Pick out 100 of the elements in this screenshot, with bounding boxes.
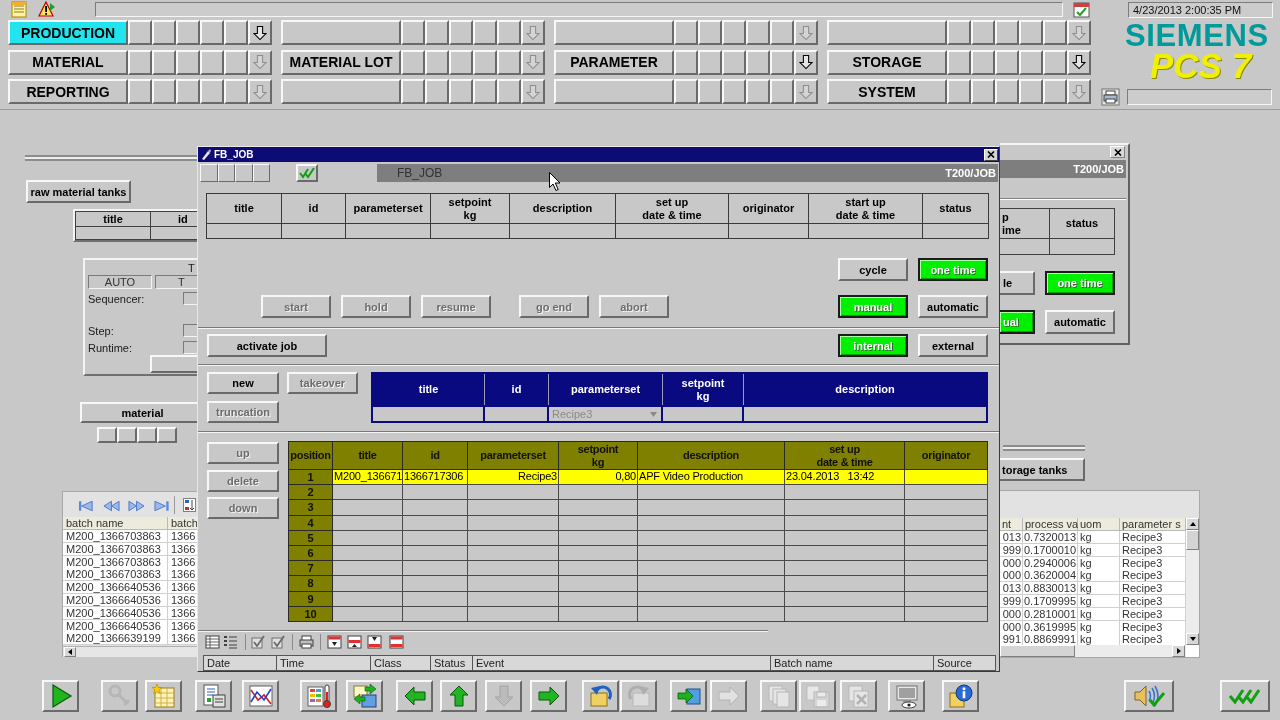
sub-area-button[interactable]	[449, 49, 473, 75]
sub-area-button[interactable]	[746, 20, 770, 45]
toolbar-button[interactable]	[42, 680, 79, 712]
toolbar-button[interactable]	[582, 680, 619, 712]
first-page-icon[interactable]	[78, 500, 95, 512]
area-button[interactable]	[827, 20, 947, 45]
printer-icon[interactable]	[1101, 88, 1120, 106]
toolbar-button[interactable]	[440, 680, 477, 712]
toolbar-button[interactable]	[888, 680, 925, 712]
mode-button[interactable]: cycle	[838, 258, 908, 281]
sub-area-button[interactable]	[401, 20, 425, 45]
sub-area-button[interactable]	[449, 20, 473, 45]
toolbar-button[interactable]	[396, 680, 433, 712]
sub-area-button[interactable]	[698, 20, 722, 45]
input-field[interactable]	[663, 405, 744, 421]
printer-icon[interactable]	[299, 635, 314, 649]
checkmark-icon[interactable]	[251, 635, 266, 649]
sub-area-button[interactable]	[971, 79, 995, 104]
sub-area-button[interactable]	[1043, 20, 1067, 45]
toolbar-button[interactable]	[670, 680, 707, 712]
sub-area-button[interactable]	[176, 79, 200, 104]
area-button[interactable]: SYSTEM	[827, 79, 947, 104]
sub-area-button[interactable]	[425, 79, 449, 104]
tool-button[interactable]	[235, 164, 253, 182]
scroll-thumb[interactable]	[1000, 645, 1075, 657]
scroll-down-button[interactable]	[1186, 633, 1199, 645]
sub-area-button[interactable]	[1019, 49, 1043, 75]
area-button[interactable]	[281, 79, 401, 104]
section-button[interactable]: raw material tanks	[26, 180, 131, 203]
check-button[interactable]	[296, 164, 318, 182]
sub-area-button[interactable]	[770, 20, 794, 45]
sub-area-button[interactable]	[128, 20, 152, 45]
horizontal-scrollbar[interactable]	[63, 646, 197, 657]
sub-area-button[interactable]	[947, 49, 971, 75]
sub-area-button[interactable]	[746, 49, 770, 75]
area-button[interactable]: STORAGE	[827, 49, 947, 75]
mode-button[interactable]: le	[1000, 271, 1035, 295]
sub-area-button[interactable]	[746, 79, 770, 104]
toolbar-button[interactable]	[145, 680, 182, 712]
sub-area-button[interactable]	[224, 20, 248, 45]
area-button[interactable]: REPORTING	[8, 79, 128, 104]
input-field[interactable]	[485, 405, 549, 421]
sub-area-button[interactable]	[674, 20, 698, 45]
sort-icon[interactable]	[183, 498, 196, 512]
sub-area-button[interactable]	[1019, 20, 1043, 45]
mode-button[interactable]: automatic	[918, 295, 988, 318]
sub-area-button[interactable]	[497, 49, 521, 75]
small-button[interactable]	[157, 427, 177, 443]
sub-area-button[interactable]	[200, 49, 224, 75]
toolbar-button[interactable]	[195, 680, 232, 712]
checkmark-icon[interactable]	[271, 635, 286, 649]
toolbar-button[interactable]	[1124, 680, 1174, 712]
sub-area-button[interactable]	[152, 49, 176, 75]
mode-button[interactable]: external	[918, 334, 988, 357]
scroll-right-button[interactable]	[1172, 645, 1185, 657]
sub-area-button[interactable]	[200, 79, 224, 104]
sub-area-button[interactable]	[1043, 49, 1067, 75]
sub-area-button[interactable]	[674, 79, 698, 104]
area-button[interactable]	[554, 79, 674, 104]
input-field[interactable]	[373, 405, 485, 421]
sub-area-button[interactable]	[176, 20, 200, 45]
sub-area-button[interactable]	[497, 79, 521, 104]
sub-area-button[interactable]	[473, 49, 497, 75]
sub-area-button[interactable]	[995, 79, 1019, 104]
small-button[interactable]	[117, 427, 137, 443]
sub-area-button[interactable]	[128, 79, 152, 104]
horizontal-scrollbar[interactable]	[1000, 645, 1186, 657]
sub-area-button[interactable]	[722, 49, 746, 75]
sub-area-button[interactable]	[152, 20, 176, 45]
arrow-button[interactable]	[248, 20, 272, 45]
scroll-thumb[interactable]	[1186, 530, 1199, 550]
sub-area-button[interactable]	[497, 20, 521, 45]
sub-area-button[interactable]	[176, 49, 200, 75]
sub-area-button[interactable]	[401, 49, 425, 75]
sub-area-button[interactable]	[473, 79, 497, 104]
warning-icon[interactable]	[38, 1, 56, 18]
arrow-button[interactable]	[794, 49, 818, 75]
scroll-up-button[interactable]	[1186, 518, 1199, 530]
sub-area-button[interactable]	[770, 79, 794, 104]
sub-area-button[interactable]	[971, 20, 995, 45]
last-page-icon[interactable]	[154, 500, 171, 512]
toolbar-button[interactable]	[530, 680, 567, 712]
sub-area-button[interactable]	[224, 49, 248, 75]
edit-button[interactable]: new	[207, 372, 279, 394]
sub-area-button[interactable]	[722, 79, 746, 104]
toolbar-button[interactable]	[1220, 680, 1270, 712]
sub-area-button[interactable]	[674, 49, 698, 75]
toolbar-button[interactable]	[242, 680, 279, 712]
sub-area-button[interactable]	[128, 49, 152, 75]
area-button[interactable]: PRODUCTION	[8, 20, 128, 45]
sub-area-button[interactable]	[995, 20, 1019, 45]
calendar-icon[interactable]	[1073, 1, 1090, 18]
toolbar-button[interactable]	[942, 680, 979, 712]
sub-area-button[interactable]	[698, 79, 722, 104]
sub-area-button[interactable]	[224, 79, 248, 104]
table-icon[interactable]	[205, 635, 220, 649]
section-button[interactable]: torage tanks	[1000, 458, 1085, 481]
sub-area-button[interactable]	[722, 20, 746, 45]
sub-area-button[interactable]	[770, 49, 794, 75]
sub-area-button[interactable]	[947, 79, 971, 104]
